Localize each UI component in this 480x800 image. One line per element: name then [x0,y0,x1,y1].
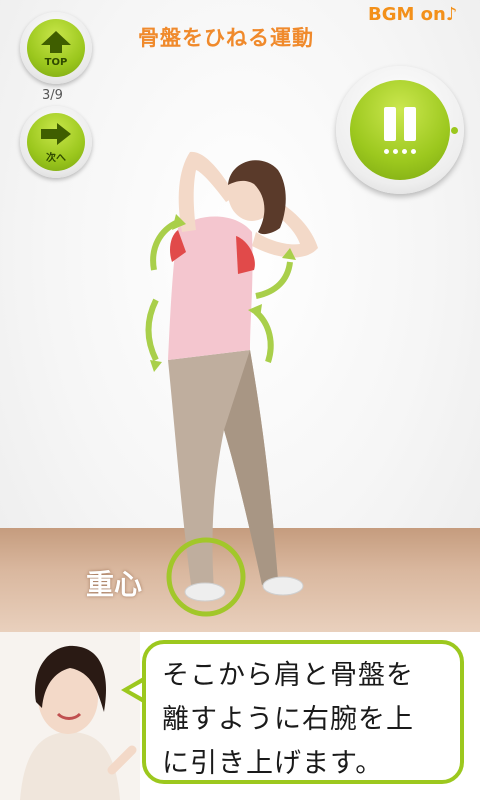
top-button[interactable]: TOP [20,12,92,84]
pause-button[interactable] [336,66,464,194]
arrow-up-icon [41,30,71,53]
pause-indicator-dot [451,127,458,134]
instructor-avatar [0,632,140,800]
pause-icon [384,106,416,141]
next-button-label: 次へ [46,152,66,164]
step-counter: 3/9 [42,88,63,103]
arrow-right-icon [41,122,71,145]
center-of-gravity-label: 重心 [86,568,143,601]
page-title: 骨盤をひねる運動 [138,26,314,50]
top-button-label: TOP [44,56,68,68]
instruction-line-2: 離すように右腕を上 [162,704,414,735]
progress-dots [384,148,416,154]
next-button[interactable]: 次へ [20,106,92,178]
instruction-line-1: そこから肩と骨盤を [162,660,414,691]
instruction-bubble: そこから肩と骨盤を 離すように右腕を上 に引き上げます。 [142,640,464,784]
instruction-line-3: に引き上げます。 [162,748,384,779]
bgm-toggle[interactable]: BGM on♪ [368,4,457,25]
